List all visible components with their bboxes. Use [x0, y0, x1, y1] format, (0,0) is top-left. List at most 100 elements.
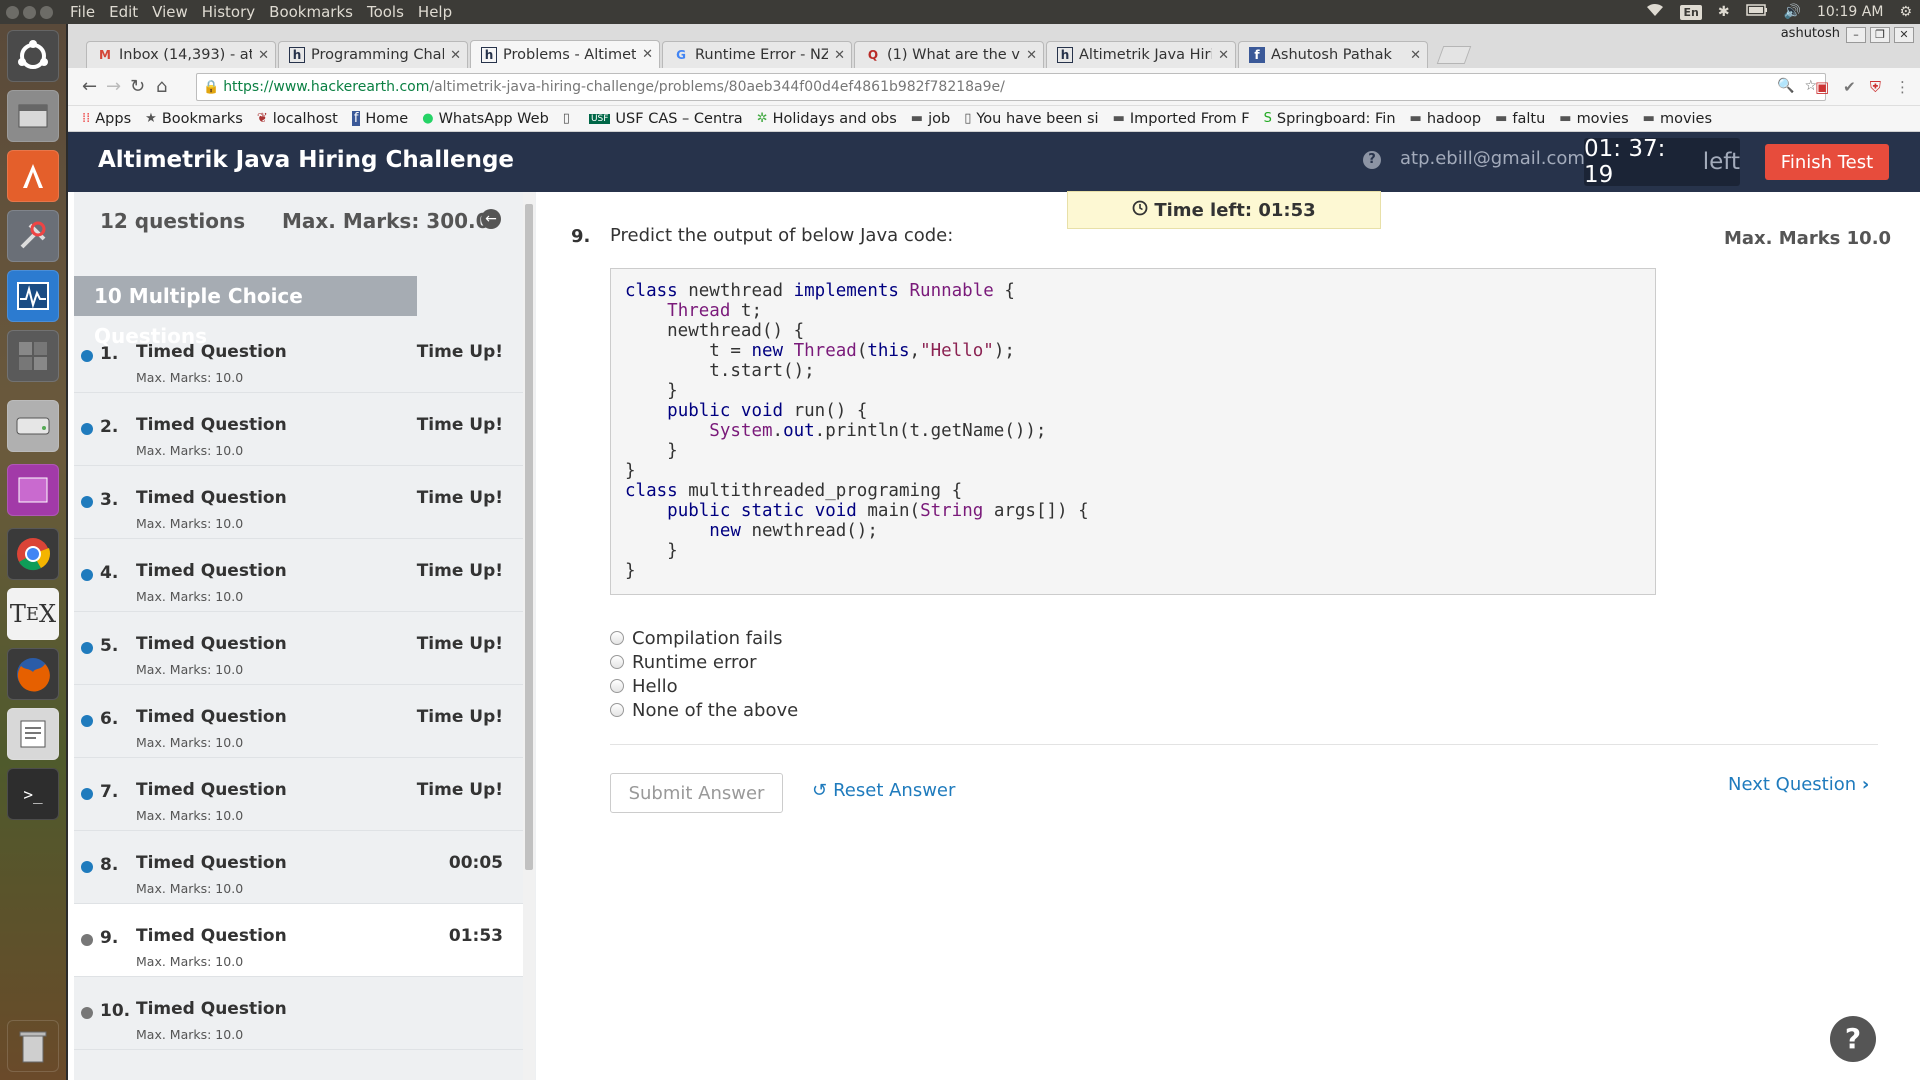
wifi-icon[interactable]: [1646, 3, 1664, 21]
bookmark-imported[interactable]: ▬ Imported From F: [1113, 111, 1250, 127]
workspace-switcher-icon[interactable]: [7, 330, 59, 382]
question-item-6[interactable]: 6. Timed Question Max. Marks: 10.0 Time …: [74, 685, 524, 758]
option-compilation-fails[interactable]: Compilation fails: [610, 626, 798, 650]
tab-inbox[interactable]: M Inbox (14,393) - atp ✕: [86, 41, 276, 68]
reload-icon[interactable]: ↻: [130, 76, 145, 97]
bookmark-movies[interactable]: ▬ movies: [1559, 111, 1628, 127]
radio-button[interactable]: [610, 655, 624, 669]
radio-button[interactable]: [610, 631, 624, 645]
tab-ashutosh-pathak[interactable]: f Ashutosh Pathak ✕: [1238, 41, 1428, 68]
address-bar[interactable]: 🔒 https://www.hackerearth.com/altimetrik…: [196, 73, 1826, 101]
bookmark-apps[interactable]: ⁞⁞ Apps: [82, 111, 131, 127]
bookmark-whatsapp[interactable]: ● WhatsApp Web: [422, 111, 549, 127]
bookmark-movies-2[interactable]: ▬ movies: [1643, 111, 1712, 127]
menu-view[interactable]: View: [152, 3, 188, 21]
question-item-8[interactable]: 8. Timed Question Max. Marks: 10.0 00:05: [74, 831, 524, 904]
close-tab-icon[interactable]: ✕: [1410, 48, 1421, 63]
bookmark-page[interactable]: ▯: [563, 111, 575, 126]
option-runtime-error[interactable]: Runtime error: [610, 650, 798, 674]
app-purple-icon[interactable]: [7, 464, 59, 516]
tab-problems-active[interactable]: h Problems - Altimetr ✕: [470, 40, 660, 68]
maximize-window-icon[interactable]: [40, 5, 53, 19]
system-monitor-icon[interactable]: [7, 270, 59, 322]
user-email[interactable]: atp.ebill@gmail.com: [1400, 148, 1585, 169]
radio-button[interactable]: [610, 679, 624, 693]
section-multiple-choice[interactable]: 10 Multiple Choice Questions: [74, 276, 417, 348]
question-item-2[interactable]: 2. Timed Question Max. Marks: 10.0 Time …: [74, 393, 524, 466]
bookmark-hadoop[interactable]: ▬ hadoop: [1410, 111, 1482, 127]
next-question-link[interactable]: Next Question ›: [1728, 774, 1869, 795]
file-manager-icon[interactable]: [7, 90, 59, 142]
close-window-icon[interactable]: [6, 5, 19, 19]
submit-answer-button[interactable]: Submit Answer: [610, 773, 783, 813]
clock[interactable]: 10:19 AM: [1817, 4, 1883, 20]
menu-bookmarks[interactable]: Bookmarks: [269, 3, 353, 21]
menu-help[interactable]: Help: [418, 3, 452, 21]
volume-icon[interactable]: 🔊: [1784, 4, 1801, 20]
collapse-arrow-icon[interactable]: ←: [481, 209, 501, 229]
bookmark-home[interactable]: f Home: [351, 111, 408, 127]
firefox-icon[interactable]: [7, 648, 59, 700]
minimize-window-icon[interactable]: [23, 5, 36, 19]
terminal-icon[interactable]: >_: [7, 768, 59, 820]
question-item-9-current[interactable]: 9. Timed Question Max. Marks: 10.0 01:53: [74, 904, 524, 977]
extension-check-icon[interactable]: ✔: [1843, 78, 1856, 96]
bookmark-bookmarks[interactable]: ★ Bookmarks: [145, 111, 243, 127]
extension-red-icon[interactable]: ▣: [1815, 78, 1829, 96]
ublock-shield-icon[interactable]: ⛨: [1870, 78, 1881, 96]
close-tab-icon[interactable]: ✕: [834, 48, 845, 63]
bookmark-localhost[interactable]: ❦ localhost: [257, 111, 338, 127]
menu-file[interactable]: File: [70, 3, 95, 21]
bookmark-you-have-been[interactable]: ▯ You have been si: [964, 111, 1098, 127]
menu-history[interactable]: History: [202, 3, 255, 21]
tab-altimetrik-java[interactable]: h Altimetrik Java Hiri ✕: [1046, 41, 1236, 68]
close-icon[interactable]: ✕: [1894, 27, 1914, 43]
question-item-10[interactable]: 10. Timed Question Max. Marks: 10.0: [74, 977, 524, 1050]
question-item-7[interactable]: 7. Timed Question Max. Marks: 10.0 Time …: [74, 758, 524, 831]
back-arrow-icon[interactable]: ←: [82, 76, 97, 97]
zoom-icon[interactable]: 🔍: [1777, 78, 1794, 94]
software-center-icon[interactable]: [7, 150, 59, 202]
bookmark-faltu[interactable]: ▬ faltu: [1495, 111, 1545, 127]
help-question-icon[interactable]: ?: [1363, 151, 1381, 169]
scrollbar-thumb[interactable]: [525, 204, 533, 870]
tab-runtime-error[interactable]: G Runtime Error - NZE ✕: [662, 41, 852, 68]
forward-arrow-icon[interactable]: →: [106, 76, 121, 97]
restore-icon[interactable]: ❐: [1870, 27, 1890, 43]
sidebar-scrollbar[interactable]: [523, 192, 535, 1080]
reset-answer-link[interactable]: ↺ Reset Answer: [812, 780, 955, 801]
question-item-1[interactable]: 1. Timed Question Max. Marks: 10.0 Time …: [74, 320, 524, 393]
trash-icon[interactable]: [7, 1020, 59, 1072]
question-item-5[interactable]: 5. Timed Question Max. Marks: 10.0 Time …: [74, 612, 524, 685]
tab-quora[interactable]: Q (1) What are the va ✕: [854, 41, 1044, 68]
help-chat-icon[interactable]: ?: [1830, 1016, 1876, 1062]
option-none-of-the-above[interactable]: None of the above: [610, 698, 798, 722]
radio-button[interactable]: [610, 703, 624, 717]
settings-gear-icon[interactable]: ⚙: [1899, 4, 1912, 20]
tab-programming-challenges[interactable]: h Programming Chall ✕: [278, 41, 468, 68]
menu-tools[interactable]: Tools: [367, 3, 404, 21]
bookmark-job[interactable]: ▬ job: [911, 111, 950, 127]
tex-editor-icon[interactable]: TEX: [7, 588, 59, 640]
system-settings-icon[interactable]: [7, 210, 59, 262]
option-hello[interactable]: Hello: [610, 674, 798, 698]
drive-icon[interactable]: [7, 400, 59, 452]
finish-test-button[interactable]: Finish Test: [1765, 144, 1889, 180]
close-tab-icon[interactable]: ✕: [450, 48, 461, 63]
battery-icon[interactable]: [1745, 4, 1768, 20]
window-buttons[interactable]: [0, 5, 70, 19]
bookmark-holidays[interactable]: ✲ Holidays and obs: [757, 111, 897, 127]
bookmark-usf-cas[interactable]: USF USF CAS – Centra: [588, 111, 743, 127]
bluetooth-icon[interactable]: ✱: [1718, 4, 1730, 20]
chrome-icon[interactable]: [7, 528, 59, 580]
menu-edit[interactable]: Edit: [109, 3, 138, 21]
question-item-3[interactable]: 3. Timed Question Max. Marks: 10.0 Time …: [74, 466, 524, 539]
close-tab-icon[interactable]: ✕: [642, 47, 653, 62]
close-tab-icon[interactable]: ✕: [1218, 48, 1229, 63]
ubuntu-dash-icon[interactable]: [7, 30, 59, 82]
text-editor-icon[interactable]: [7, 708, 59, 760]
keyboard-layout-indicator[interactable]: En: [1680, 4, 1702, 20]
close-tab-icon[interactable]: ✕: [258, 48, 269, 63]
close-tab-icon[interactable]: ✕: [1026, 48, 1037, 63]
new-tab-button[interactable]: [1436, 46, 1472, 64]
